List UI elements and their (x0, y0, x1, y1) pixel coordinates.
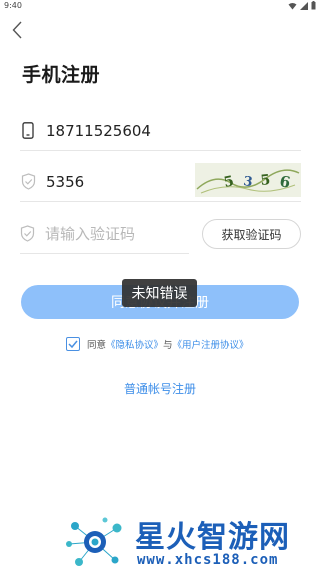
svg-text:5: 5 (260, 172, 271, 189)
watermark: 星火智游网 www.xhcs188.com (65, 512, 315, 572)
chevron-left-icon (12, 21, 22, 39)
back-button[interactable] (8, 19, 26, 41)
normal-account-register-link[interactable]: 普通帐号注册 (0, 380, 320, 397)
phone-input[interactable] (46, 121, 196, 140)
sms-code-row (20, 214, 195, 254)
phone-row (20, 111, 301, 151)
get-sms-code-button[interactable]: 获取验证码 (202, 219, 301, 249)
svg-text:5: 5 (223, 173, 236, 191)
agree-conjunction: 与 (163, 340, 173, 351)
watermark-logo-icon (66, 517, 122, 566)
page-title: 手机注册 (22, 64, 101, 86)
svg-text:6: 6 (278, 172, 291, 192)
check-icon (68, 340, 78, 348)
status-time: 9:40 (4, 1, 22, 10)
watermark-url: www.xhcs188.com (137, 552, 279, 568)
error-toast: 未知错误 (122, 279, 197, 307)
shield-icon (20, 173, 36, 191)
sms-code-input[interactable] (45, 224, 195, 243)
captcha-input[interactable] (46, 172, 196, 191)
status-bar: 9:40 (0, 0, 320, 12)
battery-icon (311, 1, 316, 10)
agreement-row: 同意 《隐私协议》 与 《用户注册协议》 (66, 337, 249, 351)
watermark-title: 星火智游网 (135, 520, 290, 555)
agree-prefix: 同意 (87, 340, 107, 351)
captcha-row: 5 3 5 6 (20, 162, 301, 202)
wifi-icon (288, 2, 297, 9)
svg-text:3: 3 (242, 174, 253, 190)
phone-icon (20, 122, 36, 140)
agree-checkbox[interactable] (66, 337, 80, 351)
signal-icon (300, 1, 308, 10)
shield-icon (20, 225, 35, 243)
status-icons (288, 1, 316, 10)
user-agreement-link[interactable]: 《用户注册协议》 (173, 337, 249, 351)
privacy-policy-link[interactable]: 《隐私协议》 (106, 337, 163, 351)
captcha-image[interactable]: 5 3 5 6 (195, 163, 301, 197)
